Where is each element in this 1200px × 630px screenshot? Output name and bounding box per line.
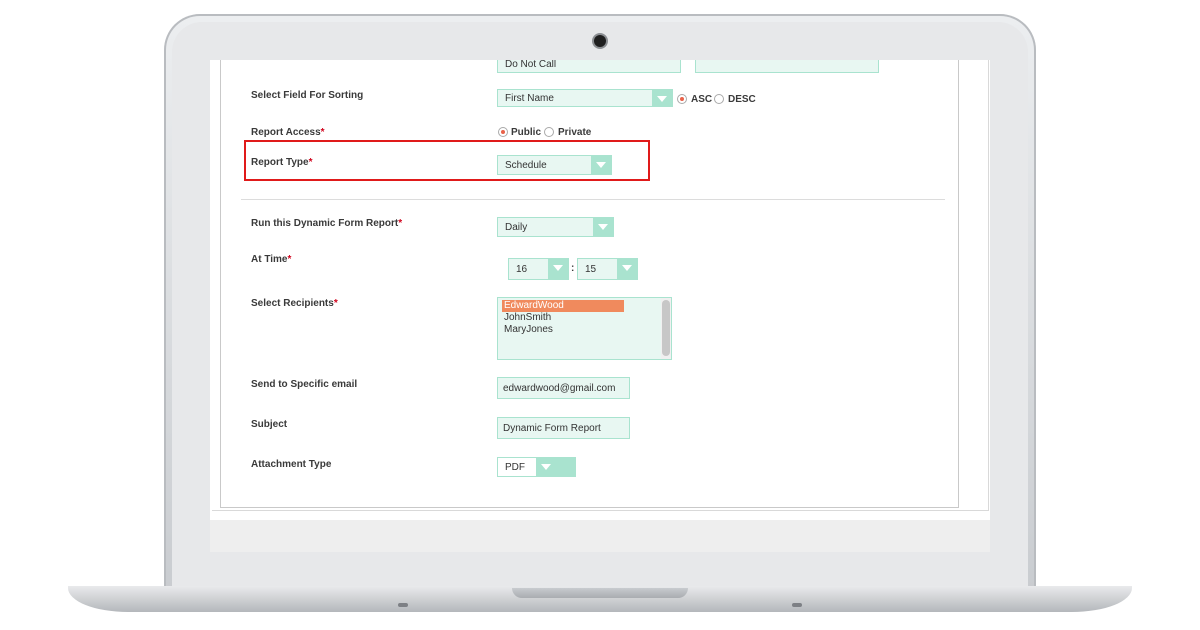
hour-value: 16 — [516, 264, 528, 275]
report-type-select[interactable]: Schedule — [497, 155, 612, 175]
recipient-option[interactable]: MaryJones — [502, 324, 624, 336]
access-private-label: Private — [558, 127, 592, 138]
subject-label: Subject — [251, 419, 288, 430]
partial-select-value: Do Not Call — [505, 60, 557, 70]
run-frequency-value: Daily — [505, 222, 528, 233]
laptop-foot-left — [398, 603, 408, 607]
chevron-down-icon — [617, 259, 637, 279]
sort-desc-radio[interactable] — [714, 94, 724, 104]
run-frequency-label: Run this Dynamic Form Report* — [251, 218, 403, 229]
sort-field-value: First Name — [505, 93, 554, 104]
report-type-label: Report Type* — [251, 157, 313, 168]
chevron-down-icon — [536, 458, 575, 476]
report-form-panel: Do Not Call Select Field For Sorting Fir… — [220, 60, 959, 508]
chevron-down-icon — [548, 259, 568, 279]
attachment-value: PDF — [505, 462, 525, 473]
specific-email-label: Send to Specific email — [251, 379, 358, 390]
hour-select[interactable]: 16 — [508, 258, 569, 280]
minute-value: 15 — [585, 264, 597, 275]
partial-field-top[interactable] — [695, 60, 879, 73]
recipient-option[interactable]: JohnSmith — [502, 312, 624, 324]
chevron-down-icon — [593, 218, 613, 236]
sort-field-select[interactable]: First Name — [497, 89, 673, 107]
at-time-label: At Time* — [251, 254, 292, 265]
sort-desc-label: DESC — [728, 94, 756, 105]
scrollbar-thumb[interactable] — [662, 300, 670, 356]
minute-select[interactable]: 15 — [577, 258, 638, 280]
recipients-listbox[interactable]: EdwardWood JohnSmith MaryJones — [497, 297, 672, 360]
screen: Do Not Call Select Field For Sorting Fir… — [210, 60, 990, 552]
partial-select-top[interactable]: Do Not Call — [497, 60, 681, 73]
report-type-value: Schedule — [505, 160, 547, 171]
access-public-radio[interactable] — [498, 127, 508, 137]
laptop-foot-right — [792, 603, 802, 607]
recipients-label: Select Recipients* — [251, 298, 338, 309]
access-public-label: Public — [511, 127, 542, 138]
subject-field[interactable]: Dynamic Form Report — [497, 417, 630, 439]
recipient-option[interactable]: EdwardWood — [502, 300, 624, 312]
laptop-notch — [512, 588, 688, 598]
specific-email-value: edwardwood@gmail.com — [503, 383, 616, 394]
run-frequency-select[interactable]: Daily — [497, 217, 614, 237]
section-divider — [241, 199, 945, 200]
sort-asc-radio[interactable] — [677, 94, 687, 104]
chevron-down-icon — [591, 156, 611, 174]
access-private-radio[interactable] — [544, 127, 554, 137]
chevron-down-icon — [652, 90, 672, 106]
sort-asc-label: ASC — [691, 94, 713, 105]
attachment-label: Attachment Type — [251, 459, 332, 470]
sorting-label: Select Field For Sorting — [251, 90, 364, 101]
attachment-select[interactable]: PDF — [497, 457, 576, 477]
screen-footer-band — [210, 520, 990, 552]
specific-email-field[interactable]: edwardwood@gmail.com — [497, 377, 630, 399]
subject-value: Dynamic Form Report — [503, 423, 601, 434]
camera-icon — [594, 35, 606, 47]
recipients-scrollbar[interactable] — [661, 298, 671, 359]
time-separator: : — [571, 263, 575, 274]
report-access-label: Report Access* — [251, 127, 325, 138]
